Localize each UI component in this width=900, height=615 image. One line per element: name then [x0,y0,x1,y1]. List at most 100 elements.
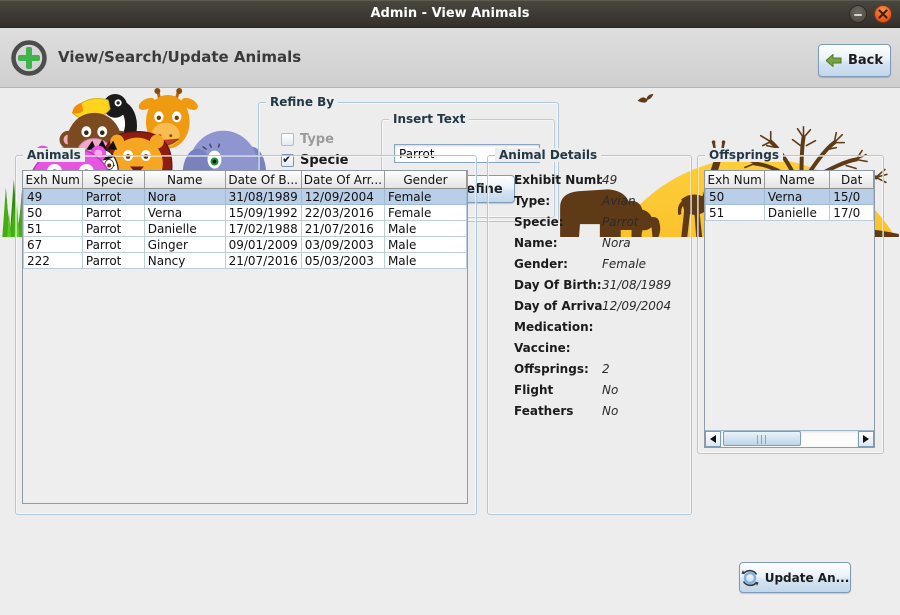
column-header[interactable]: Exh Num [24,171,83,189]
table-cell: Female [384,189,466,205]
scrollbar-left-button[interactable] [705,431,721,447]
detail-value: 2 [602,362,610,376]
detail-label: Vaccine: [514,341,602,355]
table-row[interactable]: 222ParrotNancy21/07/201605/03/2003Male [24,253,467,269]
animals-scrollpane[interactable]: Exh NumSpecieNameDate Of B...Date Of Arr… [22,170,468,504]
offsprings-scrollpane[interactable]: Exh NumNameDat50Verna15/051Danielle17/0 [704,170,875,448]
table-cell: Male [384,221,466,237]
column-header[interactable]: Date Of B... [225,171,301,189]
table-header-row: Exh NumSpecieNameDate Of B...Date Of Arr… [24,171,467,189]
column-header[interactable]: Date Of Arr... [301,171,384,189]
table-cell: 21/07/2016 [301,221,384,237]
bird-silhouette [638,94,654,103]
column-header[interactable]: Exh Num [706,171,765,189]
detail-row: Gender:Female [514,257,684,270]
minimize-icon [854,14,862,16]
table-cell: Male [384,237,466,253]
detail-row: Offsprings:2 [514,362,684,375]
insert-text-title: Insert Text [389,112,469,126]
animal-details-title: Animal Details [495,148,601,162]
detail-value: No [602,383,618,397]
table-cell: Danielle [764,205,829,221]
table-header-row: Exh NumNameDat [706,171,874,189]
refine-by-title: Refine By [266,95,338,109]
refresh-icon [741,569,759,587]
column-header[interactable]: Name [764,171,829,189]
page-title: View/Search/Update Animals [58,28,301,87]
page-header: View/Search/Update Animals Back [0,28,900,88]
table-row[interactable]: 67ParrotGinger09/01/200903/09/2003Male [24,237,467,253]
minimize-button[interactable] [849,5,867,23]
triangle-left-icon [706,435,716,443]
scrollbar-grip-icon [757,435,767,444]
table-cell: Parrot [82,205,144,221]
table-cell: 17/02/1988 [225,221,301,237]
table-cell: 09/01/2009 [225,237,301,253]
table-cell: 22/03/2016 [301,205,384,221]
table-cell: 51 [706,205,765,221]
back-button[interactable]: Back [818,44,891,77]
detail-label: Exhibit Number: [514,173,602,187]
table-row[interactable]: 50Verna15/0 [706,189,874,205]
detail-row: Day of Arrival:12/09/2004 [514,299,684,312]
table-cell: 49 [24,189,83,205]
detail-row: Name:Nora [514,236,684,249]
table-cell: 21/07/2016 [225,253,301,269]
table-cell: 12/09/2004 [301,189,384,205]
table-cell: 05/03/2003 [301,253,384,269]
update-animal-button[interactable]: Update An... [739,562,851,593]
column-header[interactable]: Gender [384,171,466,189]
table-cell: 15/09/1992 [225,205,301,221]
table-cell: Verna [144,205,225,221]
table-cell: 67 [24,237,83,253]
checkbox-row-type[interactable]: Type [281,133,352,146]
table-cell: Danielle [144,221,225,237]
back-arrow-icon [826,54,842,67]
scrollbar-right-button[interactable] [858,431,874,447]
detail-value: 49 [602,173,617,187]
column-header[interactable]: Name [144,171,225,189]
detail-row: Day Of Birth:31/08/1989 [514,278,684,291]
detail-row: Specie:Parrot [514,215,684,228]
table-row[interactable]: 51Danielle17/0 [706,205,874,221]
triangle-right-icon [863,435,873,443]
detail-label: Gender: [514,257,602,271]
animals-panel: Animals Exh NumSpecieNameDate Of B...Dat… [15,155,477,515]
animals-table: Exh NumSpecieNameDate Of B...Date Of Arr… [23,171,467,269]
window-title: Admin - View Animals [0,0,900,27]
table-cell: Parrot [82,253,144,269]
table-row[interactable]: 51ParrotDanielle17/02/198821/07/2016Male [24,221,467,237]
detail-label: Name: [514,236,602,250]
back-button-label: Back [848,53,883,68]
table-row[interactable]: 49ParrotNora31/08/198912/09/2004Female [24,189,467,205]
table-cell: 50 [706,189,765,205]
checkbox-type[interactable] [281,133,294,146]
table-cell: 51 [24,221,83,237]
animals-panel-title: Animals [23,148,85,162]
detail-value: 12/09/2004 [602,299,671,313]
scrollbar-track[interactable] [721,431,858,447]
detail-row: Type:Avian [514,194,684,207]
detail-row: Vaccine: [514,341,684,354]
detail-label: Specie: [514,215,602,229]
titlebar[interactable]: Admin - View Animals [0,0,900,28]
detail-value: No [602,404,618,418]
detail-value: Avian [602,194,636,208]
offsprings-table: Exh NumNameDat50Verna15/051Danielle17/0 [705,171,874,221]
animal-details-panel: Animal Details Exhibit Number:49Type:Avi… [487,155,692,515]
table-cell: Nora [144,189,225,205]
detail-label: Day Of Birth: [514,278,602,292]
detail-row: FlightNo [514,383,684,396]
detail-row: FeathersNo [514,404,684,417]
update-button-label: Update An... [765,571,850,585]
horizontal-scrollbar[interactable] [705,430,874,447]
detail-label: Offsprings: [514,362,602,376]
close-button[interactable] [874,5,892,23]
scrollbar-thumb[interactable] [723,431,801,446]
detail-row: Exhibit Number:49 [514,173,684,186]
column-header[interactable]: Dat [830,171,874,189]
table-cell: 03/09/2003 [301,237,384,253]
table-row[interactable]: 50ParrotVerna15/09/199222/03/2016Female [24,205,467,221]
detail-label: Medication: [514,320,602,334]
column-header[interactable]: Specie [82,171,144,189]
